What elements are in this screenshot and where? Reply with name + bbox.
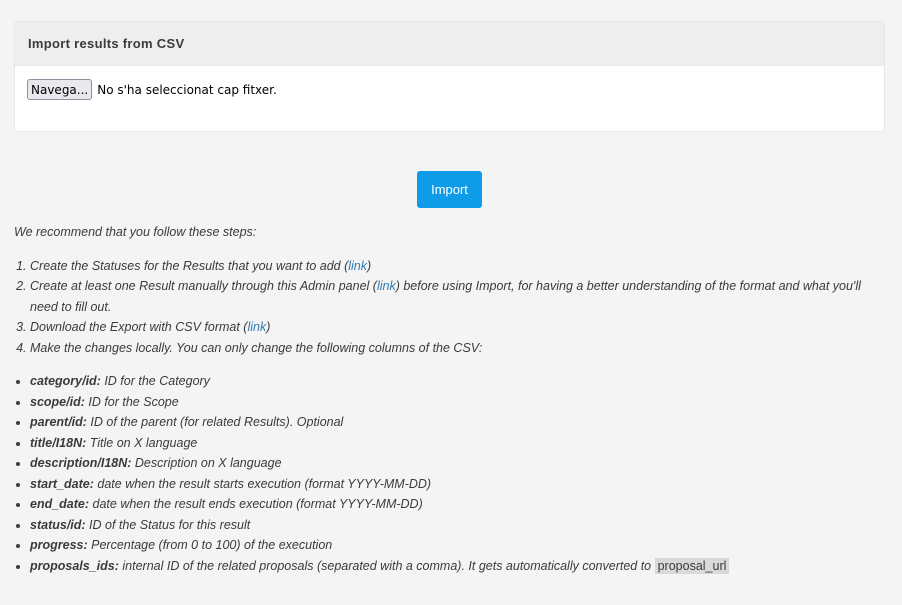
column-item: category/id: ID for the Category [30,371,889,392]
steps-list: Create the Statuses for the Results that… [14,256,889,359]
import-card: Import results from CSV Navega... No s'h… [14,21,885,132]
no-file-label: No s'ha seleccionat cap fitxer. [97,82,277,97]
column-item: end_date: date when the result ends exec… [30,494,889,515]
proposal-url-code: proposal_url [654,557,730,574]
statuses-link[interactable]: link [348,259,367,273]
columns-list: category/id: ID for the Category scope/i… [14,371,889,576]
file-input[interactable]: Navega... No s'ha seleccionat cap fitxer… [27,79,277,100]
step-item: Create at least one Result manually thro… [30,276,889,317]
step-item: Create the Statuses for the Results that… [30,256,889,277]
export-link[interactable]: link [247,320,266,334]
column-item: description/I18N: Description on X langu… [30,453,889,474]
instructions-intro: We recommend that you follow these steps… [14,225,257,239]
step-item: Make the changes locally. You can only c… [30,338,889,359]
import-button[interactable]: Import [417,171,482,208]
column-item: parent/id: ID of the parent (for related… [30,412,889,433]
step-item: Download the Export with CSV format (lin… [30,317,889,338]
browse-button[interactable]: Navega... [27,79,93,100]
column-item: status/id: ID of the Status for this res… [30,515,889,536]
instructions: We recommend that you follow these steps… [14,222,889,576]
column-item: title/I18N: Title on X language [30,433,889,454]
card-title: Import results from CSV [15,22,884,66]
column-item: proposals_ids: internal ID of the relate… [30,556,889,577]
column-item: progress: Percentage (from 0 to 100) of … [30,535,889,556]
column-item: scope/id: ID for the Scope [30,392,889,413]
column-item: start_date: date when the result starts … [30,474,889,495]
admin-panel-link[interactable]: link [377,279,396,293]
